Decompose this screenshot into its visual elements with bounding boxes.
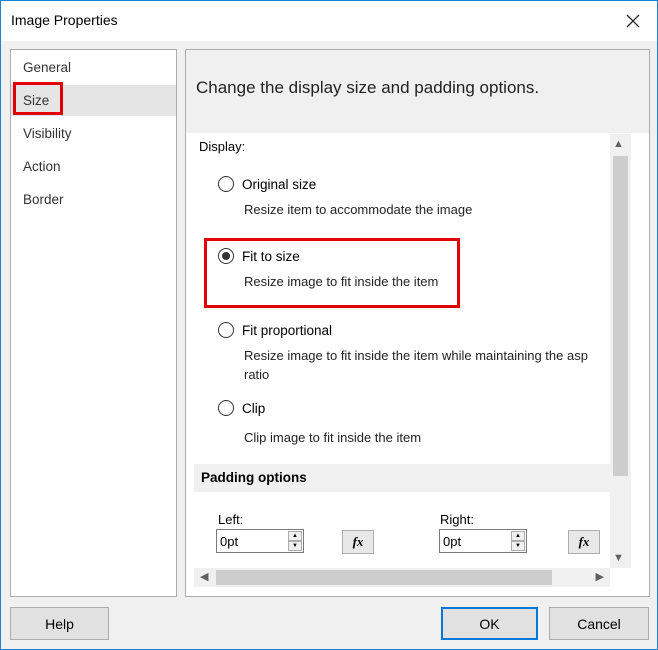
radio-fit-proportional[interactable]: Fit proportional xyxy=(218,322,332,338)
nav-item-action[interactable]: Action xyxy=(11,151,176,182)
nav-item-border[interactable]: Border xyxy=(11,184,176,215)
left-padding-input[interactable] xyxy=(217,530,287,552)
radio-empty-icon xyxy=(218,400,234,416)
scroll-right-icon[interactable]: ▶ xyxy=(596,570,604,583)
fit-proportional-description-line2: ratio xyxy=(244,367,270,382)
padding-options-title: Padding options xyxy=(201,470,307,485)
close-button[interactable] xyxy=(617,7,649,35)
radio-original-size[interactable]: Original size xyxy=(218,176,316,192)
left-padding-arrows[interactable]: ▲ ▼ xyxy=(288,531,302,551)
chevron-down-icon[interactable]: ▼ xyxy=(511,541,525,551)
ok-button[interactable]: OK xyxy=(441,607,538,640)
panel-header: Change the display size and padding opti… xyxy=(186,50,649,133)
title-bar: Image Properties xyxy=(1,1,657,41)
horizontal-scrollbar[interactable]: ◀ ▶ xyxy=(194,568,610,587)
chevron-up-icon[interactable]: ▲ xyxy=(511,531,525,541)
chevron-down-icon[interactable]: ▼ xyxy=(288,541,302,551)
radio-original-size-label: Original size xyxy=(242,176,317,192)
horizontal-scroll-thumb[interactable] xyxy=(216,570,552,585)
category-nav: General Size Visibility Action Border xyxy=(10,49,177,597)
scroll-left-icon[interactable]: ◀ xyxy=(200,570,208,583)
radio-clip[interactable]: Clip xyxy=(218,400,265,416)
close-icon xyxy=(626,14,640,28)
scroll-up-icon[interactable]: ▲ xyxy=(613,138,624,150)
right-padding-arrows[interactable]: ▲ ▼ xyxy=(511,531,525,551)
window-title: Image Properties xyxy=(11,12,118,28)
panel-heading: Change the display size and padding opti… xyxy=(196,78,540,97)
nav-item-visibility[interactable]: Visibility xyxy=(11,118,176,149)
vertical-scrollbar[interactable]: ▲ ▼ xyxy=(610,134,631,568)
padding-options-header: Padding options xyxy=(194,464,610,492)
left-padding-stepper[interactable]: ▲ ▼ xyxy=(216,529,304,553)
size-panel: Change the display size and padding opti… xyxy=(185,49,650,597)
left-padding-expression-button[interactable]: fx xyxy=(342,530,374,554)
right-padding-label: Right: xyxy=(440,512,474,527)
scroll-down-icon[interactable]: ▼ xyxy=(613,552,624,564)
original-size-description: Resize item to accommodate the image xyxy=(244,202,473,217)
radio-empty-icon xyxy=(218,322,234,338)
right-padding-input[interactable] xyxy=(440,530,510,552)
nav-item-general[interactable]: General xyxy=(11,52,176,83)
fit-to-size-highlight-box xyxy=(204,238,460,308)
fit-proportional-description: Resize image to fit inside the item whil… xyxy=(244,348,588,363)
scrollable-content: Display: Original size Resize item to ac… xyxy=(194,134,610,568)
right-padding-expression-button[interactable]: fx xyxy=(568,530,600,554)
radio-clip-label: Clip xyxy=(242,400,266,416)
left-padding-label: Left: xyxy=(218,512,244,527)
image-properties-dialog: Image Properties General Size Visibility… xyxy=(0,0,658,650)
vertical-scroll-thumb[interactable] xyxy=(613,156,628,476)
right-padding-stepper[interactable]: ▲ ▼ xyxy=(439,529,527,553)
clip-description: Clip image to fit inside the item xyxy=(244,430,422,445)
cancel-button[interactable]: Cancel xyxy=(549,607,649,640)
radio-empty-icon xyxy=(218,176,234,192)
radio-fit-proportional-label: Fit proportional xyxy=(242,322,333,338)
chevron-up-icon[interactable]: ▲ xyxy=(288,531,302,541)
display-label: Display: xyxy=(199,139,246,154)
help-button[interactable]: Help xyxy=(10,607,109,640)
size-highlight-box xyxy=(13,82,63,115)
